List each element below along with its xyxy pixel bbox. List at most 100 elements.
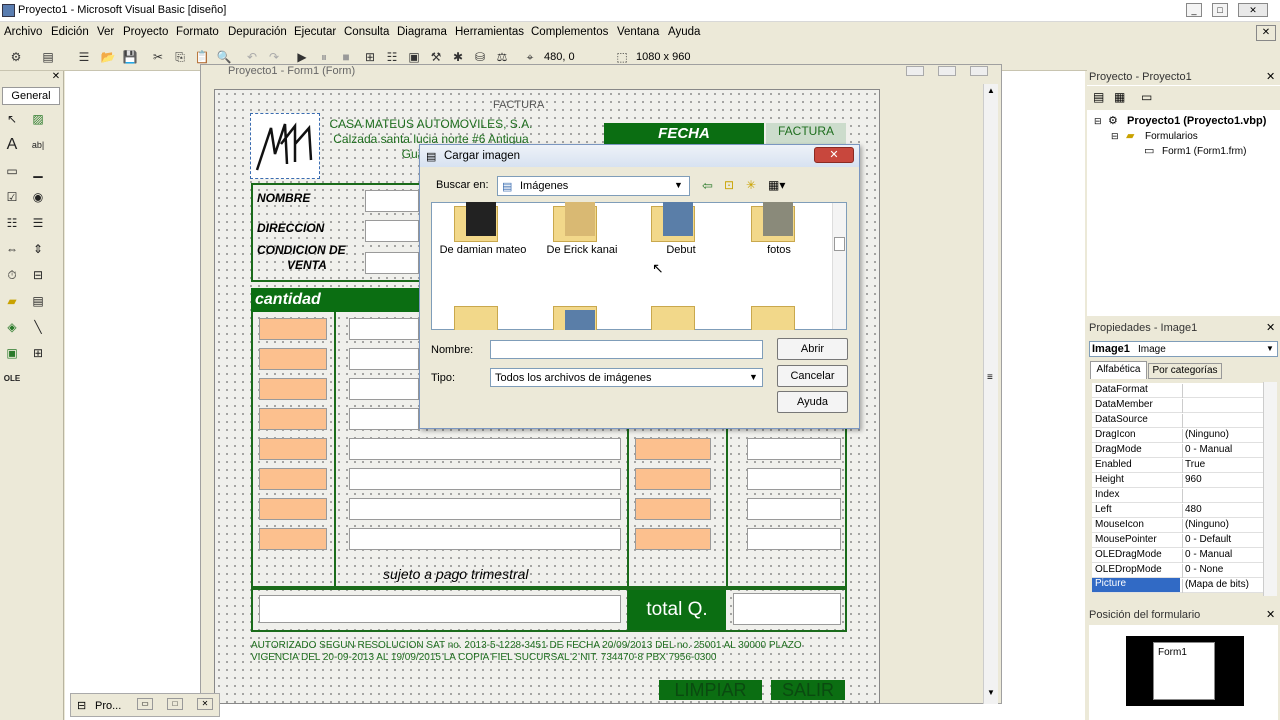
menu-consulta[interactable]: Consulta [344, 26, 389, 38]
cantidad-field[interactable] [259, 438, 327, 460]
menu-complementos[interactable]: Complementos [531, 26, 608, 38]
toolbox-icon[interactable]: ✱ [450, 49, 466, 65]
property-row[interactable]: DataFormat [1092, 383, 1272, 398]
position-close-icon[interactable]: ✕ [1266, 608, 1275, 621]
property-value[interactable] [1182, 489, 1270, 503]
ole-icon[interactable]: OLE [2, 369, 22, 389]
object-browser-icon[interactable]: ⚒ [428, 49, 444, 65]
scroll-thumb-icon[interactable]: ≡ [987, 372, 993, 383]
precio-field[interactable] [635, 498, 711, 520]
image-icon[interactable]: ▣ [2, 343, 22, 363]
menu-editor-icon[interactable]: ☰ [76, 49, 92, 65]
undo-icon[interactable]: ↶ [244, 49, 260, 65]
cantidad-field[interactable] [259, 468, 327, 490]
nombre-input[interactable] [490, 340, 763, 359]
form-close-button[interactable] [970, 66, 988, 76]
descripcion-field[interactable] [349, 468, 621, 490]
menu-diagrama[interactable]: Diagrama [397, 26, 447, 38]
limpiar-button[interactable]: LIMPIAR [659, 680, 762, 700]
property-value[interactable]: 0 - Default [1182, 534, 1270, 548]
menu-ayuda[interactable]: Ayuda [668, 26, 700, 38]
drivelistbox-icon[interactable]: ⊟ [28, 265, 48, 285]
precio-field[interactable] [635, 528, 711, 550]
folder-item[interactable] [743, 300, 803, 330]
nombre-field[interactable] [365, 190, 419, 212]
property-row[interactable]: Index [1092, 488, 1272, 503]
property-row[interactable]: DataMember [1092, 398, 1272, 413]
maximize-icon[interactable]: □ [167, 698, 183, 710]
subtotal-field[interactable] [747, 438, 841, 460]
property-value[interactable] [1182, 384, 1270, 398]
mdi-close-icon[interactable]: ✕ [1256, 25, 1276, 41]
picturebox-icon[interactable]: ▨ [28, 109, 48, 129]
property-value[interactable] [1182, 399, 1270, 413]
abrir-button[interactable]: Abrir [777, 338, 848, 360]
project-close-icon[interactable]: ✕ [1266, 70, 1275, 83]
cantidad-field[interactable] [259, 528, 327, 550]
view-code-icon[interactable]: ▤ [1093, 90, 1104, 104]
property-value[interactable]: (Mapa de bits) [1182, 579, 1270, 593]
folder-fotos[interactable] [743, 200, 803, 246]
subtotal-field[interactable] [747, 498, 841, 520]
filelistbox-icon[interactable]: ▤ [28, 291, 48, 311]
property-row[interactable]: Left 480 [1092, 503, 1272, 518]
cantidad-field[interactable] [259, 318, 327, 340]
tree-collapse-icon[interactable]: ⊟ [1094, 116, 1102, 127]
property-value[interactable]: 0 - None [1182, 564, 1270, 578]
commandbutton-icon[interactable]: ▁ [28, 161, 48, 181]
form-max-button[interactable] [938, 66, 956, 76]
toolbox-tab-general[interactable]: General [2, 87, 60, 105]
property-row[interactable]: DragMode 0 - Manual [1092, 443, 1272, 458]
buscar-en-dropdown[interactable]: ▤ Imágenes ▼ [497, 176, 690, 196]
tab-por-categorias[interactable]: Por categorías [1148, 363, 1222, 379]
menu-herramientas[interactable]: Herramientas [455, 26, 524, 38]
folder-de-erick-kanai[interactable] [545, 200, 605, 246]
find-icon[interactable]: 🔍 [216, 49, 232, 65]
view-object-icon[interactable]: ▦ [1114, 90, 1125, 104]
shape-icon[interactable]: ◈ [2, 317, 22, 337]
descripcion-field[interactable] [349, 408, 419, 430]
subtotal-field[interactable] [747, 468, 841, 490]
scroll-up-icon[interactable]: ▲ [987, 86, 995, 95]
cantidad-field[interactable] [259, 408, 327, 430]
descripcion-field[interactable] [349, 378, 419, 400]
formularios-folder[interactable]: Formularios [1145, 131, 1198, 142]
descripcion-field[interactable] [349, 318, 419, 340]
maximize-button[interactable]: □ [1212, 3, 1228, 17]
stop-icon[interactable]: ■ [338, 49, 354, 65]
object-selector[interactable]: Image1 Image ▼ [1089, 341, 1278, 357]
tipo-arrow-icon[interactable]: ▼ [749, 372, 758, 382]
component-manager-icon[interactable]: ⚖ [494, 49, 510, 65]
tree-collapse-icon[interactable]: ⊟ [1111, 131, 1119, 142]
redo-icon[interactable]: ↷ [266, 49, 282, 65]
property-value[interactable]: 960 [1182, 474, 1270, 488]
descripcion-field[interactable] [349, 498, 621, 520]
properties-scrollbar[interactable] [1263, 382, 1277, 596]
file-list-scrollbar[interactable] [832, 203, 846, 329]
form-preview[interactable]: Form1 [1153, 642, 1215, 700]
form1-item[interactable]: Form1 (Form1.frm) [1162, 146, 1246, 157]
view-menu-icon[interactable]: ▦▾ [768, 178, 785, 192]
up-folder-icon[interactable]: ⊡ [724, 178, 734, 192]
combobox-icon[interactable]: ☷ [2, 213, 22, 233]
salir-button[interactable]: SALIR [771, 680, 845, 700]
hscrollbar-icon[interactable]: ⇔ [2, 239, 22, 259]
frame-icon[interactable]: ▭ [2, 161, 22, 181]
data-icon[interactable]: ⊞ [28, 343, 48, 363]
data-view-icon[interactable]: ⛁ [472, 49, 488, 65]
ayuda-button[interactable]: Ayuda [777, 391, 848, 413]
folder-debut[interactable] [643, 200, 703, 246]
precio-field[interactable] [635, 468, 711, 490]
folder-item[interactable] [643, 300, 703, 330]
subtotal-field[interactable] [747, 528, 841, 550]
menu-archivo[interactable]: Archivo [4, 26, 42, 38]
scroll-down-icon[interactable]: ▼ [987, 688, 995, 697]
notes-field[interactable] [259, 595, 621, 623]
property-value[interactable] [1182, 414, 1270, 428]
property-row[interactable]: Picture (Mapa de bits) [1092, 578, 1272, 593]
project-window-icon[interactable]: ⊟ [77, 699, 86, 712]
precio-field[interactable] [635, 438, 711, 460]
minimized-window-title[interactable]: Pro... [95, 700, 121, 712]
descripcion-field[interactable] [349, 528, 621, 550]
property-row[interactable]: MousePointer 0 - Default [1092, 533, 1272, 548]
